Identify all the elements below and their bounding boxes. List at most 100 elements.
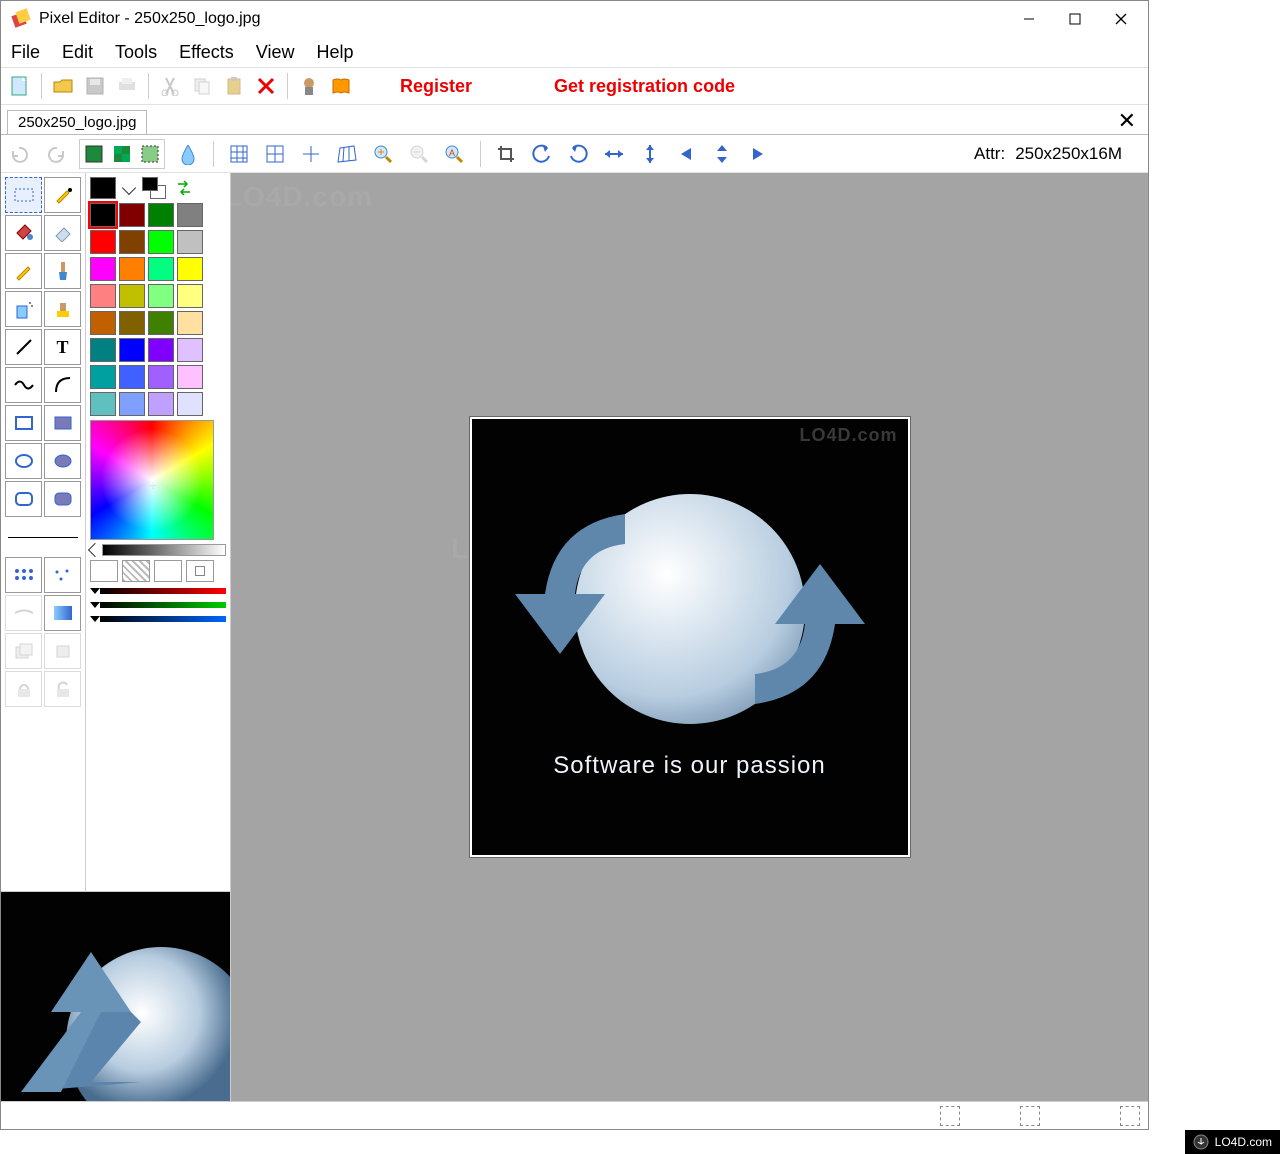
color-swatch[interactable] <box>90 338 116 362</box>
fg-color-swatch[interactable] <box>90 177 116 199</box>
tab-close-icon[interactable]: ✕ <box>1110 108 1144 134</box>
checker-bg-icon[interactable] <box>137 141 163 167</box>
ellipse-tool[interactable] <box>5 443 42 479</box>
close-button[interactable] <box>1098 3 1144 35</box>
color-swatch[interactable] <box>90 284 116 308</box>
color-swatch[interactable] <box>119 392 145 416</box>
swap-icon[interactable] <box>174 178 196 198</box>
menu-edit[interactable]: Edit <box>62 42 93 63</box>
color-swatch[interactable] <box>177 392 203 416</box>
status-select-icon[interactable] <box>1120 1106 1140 1126</box>
unlock-icon[interactable] <box>44 671 81 707</box>
color-swatch[interactable] <box>119 311 145 335</box>
arc-tool[interactable] <box>44 367 81 403</box>
stamp-tool[interactable] <box>44 291 81 327</box>
fill-tool[interactable] <box>5 215 42 251</box>
get-code-link[interactable]: Get registration code <box>554 76 735 97</box>
color-swatch[interactable] <box>90 257 116 281</box>
copy-icon[interactable] <box>189 73 215 99</box>
opaque-bg-icon[interactable] <box>81 141 107 167</box>
menu-tools[interactable]: Tools <box>115 42 157 63</box>
color-swatch[interactable] <box>119 284 145 308</box>
color-swatch[interactable] <box>119 365 145 389</box>
color-swatch[interactable] <box>90 203 116 227</box>
droplet-icon[interactable] <box>175 141 201 167</box>
color-swatch[interactable] <box>90 365 116 389</box>
ellipse-fill-tool[interactable] <box>44 443 81 479</box>
register-link[interactable]: Register <box>400 76 472 97</box>
color-swatch[interactable] <box>148 392 174 416</box>
open-icon[interactable] <box>50 73 76 99</box>
canvas-area[interactable]: LO4D.com LO4D.com LO4D.com Software is o… <box>231 173 1148 1101</box>
crop-icon[interactable] <box>493 141 519 167</box>
zoom-in-icon[interactable] <box>370 141 396 167</box>
value-gradient[interactable] <box>102 544 226 556</box>
roundrect-fill-tool[interactable] <box>44 481 81 517</box>
color-swatch[interactable] <box>148 284 174 308</box>
shift-left-icon[interactable] <box>673 141 699 167</box>
delete-icon[interactable] <box>253 73 279 99</box>
brush-tool[interactable] <box>44 253 81 289</box>
perspective-grid-icon[interactable] <box>334 141 360 167</box>
picker-tool[interactable] <box>44 177 81 213</box>
roundrect-tool[interactable] <box>5 481 42 517</box>
color-swatch[interactable] <box>177 257 203 281</box>
paste-icon[interactable] <box>221 73 247 99</box>
trans-bg-icon[interactable] <box>109 141 135 167</box>
layer-dup-icon[interactable] <box>5 633 42 669</box>
layer-merge-icon[interactable] <box>44 633 81 669</box>
pattern-square[interactable] <box>186 560 214 582</box>
shift-center-icon[interactable] <box>709 141 735 167</box>
menu-view[interactable]: View <box>256 42 295 63</box>
color-swatch[interactable] <box>119 230 145 254</box>
shift-right-icon[interactable] <box>745 141 771 167</box>
wave-tool[interactable] <box>5 367 42 403</box>
cut-icon[interactable] <box>157 73 183 99</box>
spray-tool[interactable] <box>5 291 42 327</box>
color-swatch[interactable] <box>148 365 174 389</box>
color-swatch[interactable] <box>119 257 145 281</box>
zoom-fit-icon[interactable]: A <box>442 141 468 167</box>
zoom-out-icon[interactable] <box>406 141 432 167</box>
color-swatch[interactable] <box>119 338 145 362</box>
color-swatch[interactable] <box>148 338 174 362</box>
color-swatch[interactable] <box>177 311 203 335</box>
document-tab[interactable]: 250x250_logo.jpg <box>7 110 147 134</box>
gradient-tool[interactable] <box>44 595 81 631</box>
pattern-hatch[interactable] <box>122 560 150 582</box>
crosshair-icon[interactable] <box>298 141 324 167</box>
menu-help[interactable]: Help <box>316 42 353 63</box>
wizard-icon[interactable] <box>296 73 322 99</box>
text-tool[interactable]: T <box>44 329 81 365</box>
color-swatch[interactable] <box>177 365 203 389</box>
lock-icon[interactable] <box>5 671 42 707</box>
color-swatch[interactable] <box>177 230 203 254</box>
g-slider[interactable] <box>90 600 226 610</box>
status-crop2-icon[interactable] <box>1020 1106 1040 1126</box>
image-canvas[interactable]: LO4D.com Software is our passion <box>470 417 910 857</box>
grid-large-icon[interactable] <box>262 141 288 167</box>
pattern-none[interactable] <box>90 560 118 582</box>
grid-icon[interactable] <box>226 141 252 167</box>
r-slider[interactable] <box>90 586 226 596</box>
undo-icon[interactable] <box>7 141 33 167</box>
save-icon[interactable] <box>82 73 108 99</box>
color-swatch[interactable] <box>90 392 116 416</box>
color-swatch[interactable] <box>177 338 203 362</box>
b-slider[interactable] <box>90 614 226 624</box>
menu-file[interactable]: File <box>11 42 40 63</box>
smooth-tool[interactable] <box>5 595 42 631</box>
help-book-icon[interactable] <box>328 73 354 99</box>
color-swatch[interactable] <box>90 230 116 254</box>
color-swatch[interactable] <box>177 284 203 308</box>
color-swatch[interactable] <box>148 230 174 254</box>
color-swatch[interactable] <box>148 311 174 335</box>
color-swatch[interactable] <box>148 257 174 281</box>
print-icon[interactable] <box>114 73 140 99</box>
rect-tool[interactable] <box>5 405 42 441</box>
color-picker[interactable]: + <box>90 420 214 540</box>
minimize-button[interactable] <box>1006 3 1052 35</box>
fg-bg-swap[interactable] <box>142 177 166 199</box>
color-swatch[interactable] <box>90 311 116 335</box>
pattern-dots[interactable] <box>154 560 182 582</box>
